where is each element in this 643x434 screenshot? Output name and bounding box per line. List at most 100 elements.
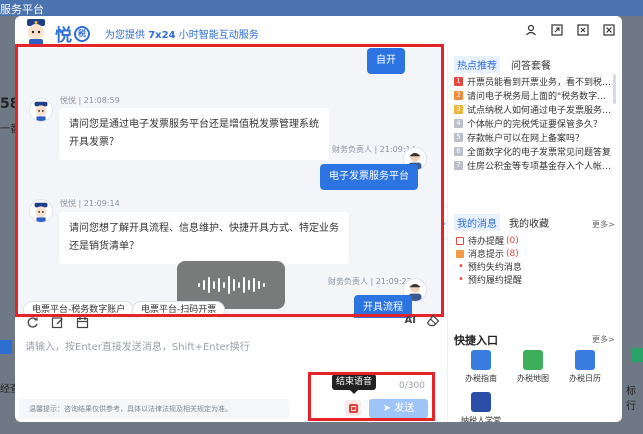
char-counter: 0/300 [399,381,425,391]
bot-avatar-icon [29,199,53,223]
toolbar-right: AI [405,314,440,328]
school-icon [471,392,491,412]
message-tabs: 我的消息 我的收藏 [454,214,552,231]
tab-hot[interactable]: 热点推荐 [454,56,500,73]
tab-qa-package[interactable]: 问答套餐 [508,56,554,73]
background-header [0,0,643,16]
hot-item[interactable]: 2 请问电子税务局上面的"税务数字帐户"在哪里 [454,88,614,102]
tagline-prefix: 为您提供 [105,30,149,41]
calendar-icon[interactable] [75,316,89,330]
expand-icon[interactable] [550,24,564,38]
message-item[interactable]: 待办提醒 (0) [456,234,606,247]
quick-entry-title: 快捷入口 [454,334,498,347]
hot-item[interactable]: 7 住房公积金等专项基金存入个人帐户可以 [454,158,614,172]
quick-entry-label: 办税指南 [465,374,497,383]
hot-item[interactable]: 6 全面数字化的电子发票常见问题答复 [454,144,614,158]
quick-entry-item[interactable]: 办税地图 [508,350,558,384]
bot-avatar-icon [29,98,53,122]
hot-item[interactable]: 4 个体帐户的完税凭证要保管多久？ [454,116,614,130]
more-messages-link[interactable]: 更多> [592,219,615,230]
voice-wave-bar [207,277,210,293]
hot-rank-badge: 7 [454,160,463,170]
input-toolbar: AI [25,314,440,332]
hot-list-scrollbar[interactable] [613,74,616,104]
hot-item-label: 开票员能看到开票业务，看不到税务数字账户 [467,77,614,88]
message-item[interactable]: • 预约失约消息 [456,260,606,273]
tagline-suffix: 小时智能互动服务 [175,30,259,41]
hot-item-label: 试点纳税人如何通过电子发票服务平台开票 [467,105,614,116]
voice-wave-bar [247,280,250,290]
hot-item-label: 存款帐户可以在网上备案吗？ [467,133,585,144]
hot-rank-badge: 3 [454,104,463,114]
quick-entry-item[interactable]: 办税日历 [560,350,610,384]
send-label: 发送 [394,403,415,414]
voice-wave-bar [242,277,245,293]
hot-rank-badge: 6 [454,146,463,156]
logo-badge: 税 [74,25,90,42]
voice-wave-bar [232,279,235,291]
hot-item[interactable]: 1 开票员能看到开票业务，看不到税务数字账户 [454,74,614,88]
message-input[interactable]: 请输入，按Enter直接发送消息，Shift+Enter换行 [25,338,250,353]
window-controls [524,24,616,38]
background-icon [0,340,12,354]
hot-item-label: 住房公积金等专项基金存入个人帐户可以 [467,161,614,172]
background-title: 服务平台 [0,3,44,16]
message-item-label: 预约失约消息 [467,263,522,273]
calendar-icon [575,350,595,370]
tagline: 为您提供 7x24 小时智能互动服务 [105,26,259,41]
voice-wave-bar [252,278,255,292]
stop-voice-button[interactable] [345,400,361,416]
dialog-header: 悦 税 为您提供 7x24 小时智能互动服务 [15,16,622,48]
user-message-bubble: 自开 [367,48,405,74]
bot-message-bubble: 请问您想了解开具流程、信息维护、快捷开具方式、特定业务还是销货清单？ [59,212,349,264]
message-meta: 财务负责人 | 21:09:22 [328,277,412,286]
hot-list: 1 开票员能看到开票业务，看不到税务数字账户 2 请问电子税务局上面的"税务数字帐户"… [454,74,614,172]
notice-icon [456,249,464,258]
message-count: (8) [506,248,519,259]
guide-icon [471,350,491,370]
todo-icon [456,236,464,245]
message-item[interactable]: 消息提示 (8) [456,247,606,260]
voice-wave-bar [227,276,230,294]
tab-my-favorites[interactable]: 我的收藏 [506,214,552,231]
bullet-icon: • [458,274,464,285]
bot-message-bubble: 请问您是通过电子发票服务平台还是增值税发票管理系统开具发票？ [59,108,329,160]
police-avatar-icon [23,18,49,46]
tagline-emphasis: 7x24 [148,30,176,41]
hot-item[interactable]: 3 试点纳税人如何通过电子发票服务平台开票 [454,102,614,116]
more-quick-link[interactable]: 更多> [592,334,615,345]
send-icon: ➤ [382,403,395,414]
tab-my-messages[interactable]: 我的消息 [454,214,500,231]
bullet-icon: • [458,261,464,272]
send-button[interactable]: ➤ 发送 [369,399,428,418]
recommend-tabs: 热点推荐 问答套餐 [454,56,554,73]
disclaimer-tip: 温馨提示：咨询结果仅供参考，具体以法律法规及相关规定为准。 [19,399,289,419]
stop-icon [348,403,358,413]
voice-wave-bar [262,283,265,287]
ai-button[interactable]: AI [405,314,416,328]
person-icon[interactable] [524,24,538,38]
hot-item[interactable]: 5 存款帐户可以在网上备案吗？ [454,130,614,144]
quick-entry-item[interactable]: 纳税人学堂 [456,392,506,422]
hot-item-label: 全面数字化的电子发票常见问题答复 [467,147,612,158]
eraser-icon[interactable] [426,314,440,328]
message-count: (0) [506,235,519,246]
message-item[interactable]: • 预约履约提醒 [456,273,606,286]
edit-icon[interactable] [50,316,64,330]
background-icon [631,348,643,362]
voice-wave-bar [237,282,240,288]
close-icon[interactable] [602,24,616,38]
hot-rank-badge: 2 [454,90,463,100]
message-list: 待办提醒 (0) 消息提示 (8) • 预约失约消息 • 预约履约提醒 [456,234,606,286]
logo-text: 悦 [55,26,72,46]
message-item-label: 预约履约提醒 [467,276,522,286]
voice-wave-bar [257,281,260,289]
voice-wave-bar [202,280,205,290]
right-panel: 热点推荐 问答套餐 1 开票员能看到开票业务，看不到税务数字账户 2 请问电子税务局上… [447,48,622,422]
quick-entry-item[interactable]: 办税指南 [456,350,506,384]
minimize-icon[interactable] [576,24,590,38]
background-text: 标行 [626,386,636,412]
voice-wave-bar [212,281,215,289]
refresh-icon[interactable] [25,316,39,330]
chat-messages[interactable]: 自开 悦悦 | 21:08:59 请问您是通过电子发票服务平台还是增值税发票管理… [15,48,443,318]
